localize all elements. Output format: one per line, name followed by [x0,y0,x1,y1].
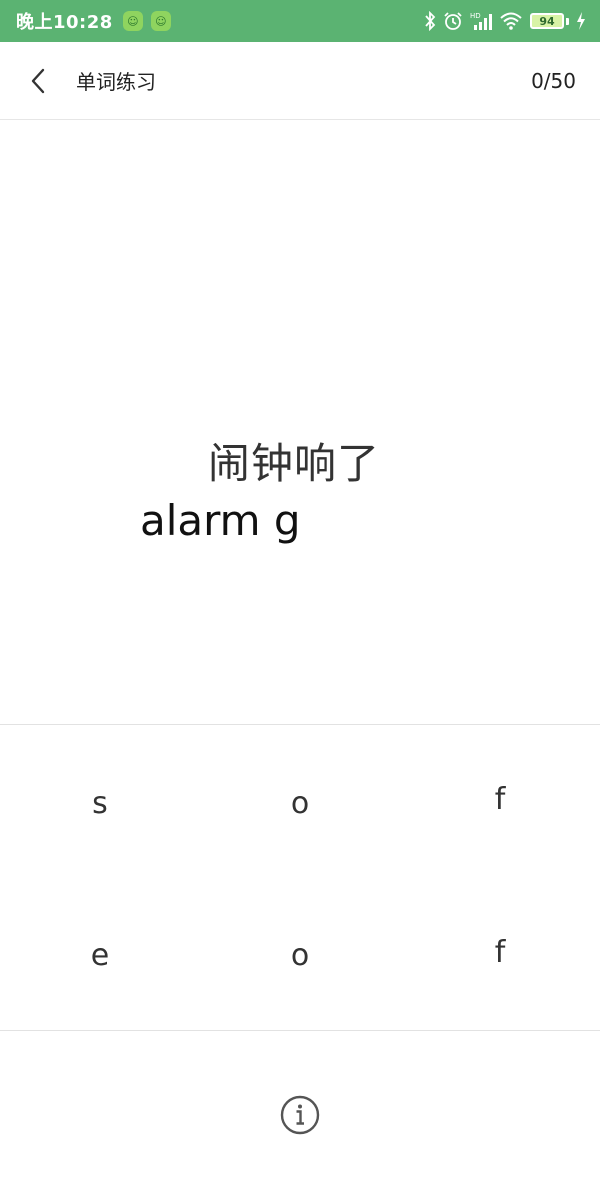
charging-icon [577,12,585,30]
app-notification-icon: ☺ [122,11,143,31]
bluetooth-icon [425,11,436,31]
letter-button[interactable]: e [40,920,160,990]
signal-icon: HD [470,12,492,30]
info-button[interactable] [280,1095,320,1135]
info-icon [280,1095,320,1135]
divider [0,724,600,725]
status-bar: 晚上10:28 ☺ ☺ HD 94 [0,0,600,42]
answer-input-display: alarm g [140,496,301,545]
question-area: 闹钟响了 alarm g [0,120,600,724]
chevron-left-icon [31,68,45,93]
letter-button[interactable]: f [440,764,560,834]
svg-text:HD: HD [470,12,481,20]
battery-level: 94 [539,14,555,28]
alarm-icon [444,12,462,30]
letter-button[interactable]: f [440,917,560,987]
divider [0,1030,600,1031]
letter-button[interactable]: s [40,768,160,838]
status-icons: HD 94 [424,11,586,31]
progress-counter: 0/50 [531,68,576,93]
battery-tip [566,17,569,25]
battery-icon: 94 [530,13,564,29]
wifi-icon [500,12,522,30]
letter-button[interactable]: o [240,920,360,990]
status-time: 晚上10:28 [16,12,113,33]
letter-button[interactable]: o [240,768,360,838]
chinese-prompt: 闹钟响了 [208,439,381,488]
back-button[interactable] [8,42,68,120]
top-app-bar: 单词练习 0/50 [0,42,600,120]
app-notification-icon-2: ☺ [150,11,171,31]
page-title: 单词练习 [76,70,156,94]
